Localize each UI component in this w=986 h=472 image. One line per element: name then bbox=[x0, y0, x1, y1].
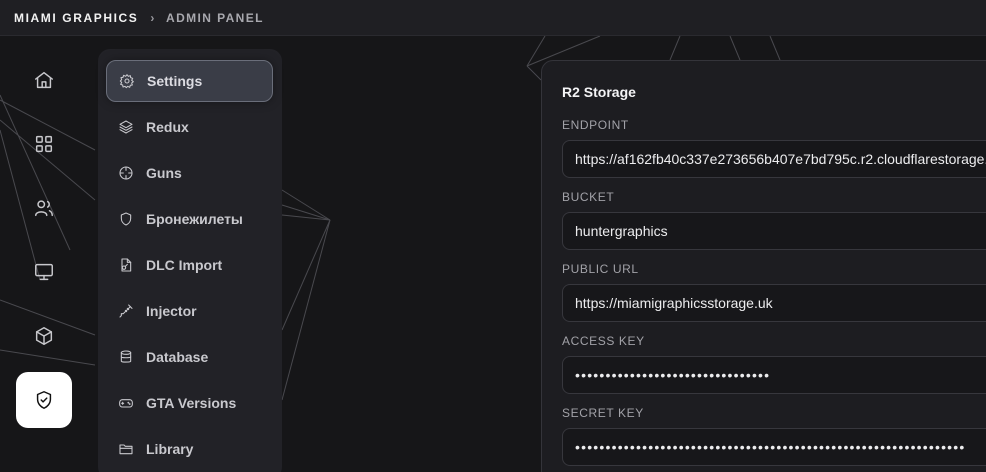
icon-rail bbox=[0, 36, 88, 472]
menu-item-label: Library bbox=[146, 441, 194, 457]
folder-icon bbox=[119, 444, 133, 455]
menu-item-dlc-import[interactable]: DLC Import bbox=[106, 244, 273, 286]
endpoint-input[interactable]: https://af162fb40c337e273656b407e7bd795c… bbox=[562, 140, 986, 178]
file-import-icon bbox=[121, 258, 132, 272]
rail-package-button[interactable] bbox=[16, 308, 72, 364]
rail-monitor-button[interactable] bbox=[16, 244, 72, 300]
chevron-right-icon: › bbox=[150, 10, 157, 25]
breadcrumb: MIAMI GRAPHICS › ADMIN PANEL bbox=[0, 0, 986, 36]
menu-item-label: GTA Versions bbox=[146, 395, 237, 411]
menu-item-label: Redux bbox=[146, 119, 189, 135]
panel-title: R2 Storage bbox=[562, 84, 636, 100]
menu-item-label: Database bbox=[146, 349, 209, 365]
layers-icon bbox=[119, 120, 133, 134]
menu-item-label: Guns bbox=[146, 165, 182, 181]
menu-item-label: DLC Import bbox=[146, 257, 223, 273]
rail-users-button[interactable] bbox=[16, 180, 72, 236]
access-key-input[interactable]: •••••••••••••••••••••••••••••••• bbox=[562, 356, 986, 394]
home-icon bbox=[35, 71, 53, 89]
crosshair-icon bbox=[119, 166, 133, 180]
breadcrumb-current-page: ADMIN PANEL bbox=[166, 10, 264, 25]
menu-item-database[interactable]: Database bbox=[106, 336, 273, 378]
gear-icon bbox=[119, 74, 134, 89]
gamepad-icon bbox=[119, 399, 133, 408]
breadcrumb-brand[interactable]: MIAMI GRAPHICS bbox=[14, 11, 138, 25]
menu-item-label: Settings bbox=[147, 73, 203, 89]
database-icon bbox=[120, 350, 132, 363]
rail-admin-button[interactable] bbox=[16, 372, 72, 428]
menu-item-guns[interactable]: Guns bbox=[106, 152, 273, 194]
menu-item-armor[interactable]: Бронежилеты bbox=[106, 198, 273, 240]
syringe-icon bbox=[119, 304, 133, 318]
secret-key-input[interactable]: ••••••••••••••••••••••••••••••••••••••••… bbox=[562, 428, 986, 466]
r2-storage-panel: R2 Storage ENDPOINT https://af162fb40c33… bbox=[541, 60, 986, 472]
users-icon bbox=[35, 200, 53, 217]
shield-icon bbox=[120, 212, 132, 226]
menu-item-label: Бронежилеты bbox=[146, 211, 243, 227]
secret-key-label: SECRET KEY bbox=[562, 406, 644, 420]
endpoint-label: ENDPOINT bbox=[562, 118, 629, 132]
menu-item-library[interactable]: Library bbox=[106, 428, 273, 470]
public-url-input[interactable]: https://miamigraphicsstorage.uk bbox=[562, 284, 986, 322]
menu-item-injector[interactable]: Injector bbox=[106, 290, 273, 332]
package-icon bbox=[35, 327, 53, 345]
grid-icon bbox=[35, 135, 53, 153]
shield-check-icon bbox=[36, 391, 52, 409]
admin-menu: Settings Redux Guns Бронежилеты DLC Impo… bbox=[98, 49, 282, 472]
rail-home-button[interactable] bbox=[16, 52, 72, 108]
menu-item-redux[interactable]: Redux bbox=[106, 106, 273, 148]
menu-item-gta-versions[interactable]: GTA Versions bbox=[106, 382, 273, 424]
bucket-input[interactable]: huntergraphics bbox=[562, 212, 986, 250]
rail-dashboard-button[interactable] bbox=[16, 116, 72, 172]
menu-item-settings[interactable]: Settings bbox=[106, 60, 273, 102]
menu-item-label: Injector bbox=[146, 303, 197, 319]
access-key-label: ACCESS KEY bbox=[562, 334, 645, 348]
public-url-label: PUBLIC URL bbox=[562, 262, 639, 276]
bucket-label: BUCKET bbox=[562, 190, 615, 204]
monitor-icon bbox=[35, 263, 53, 281]
